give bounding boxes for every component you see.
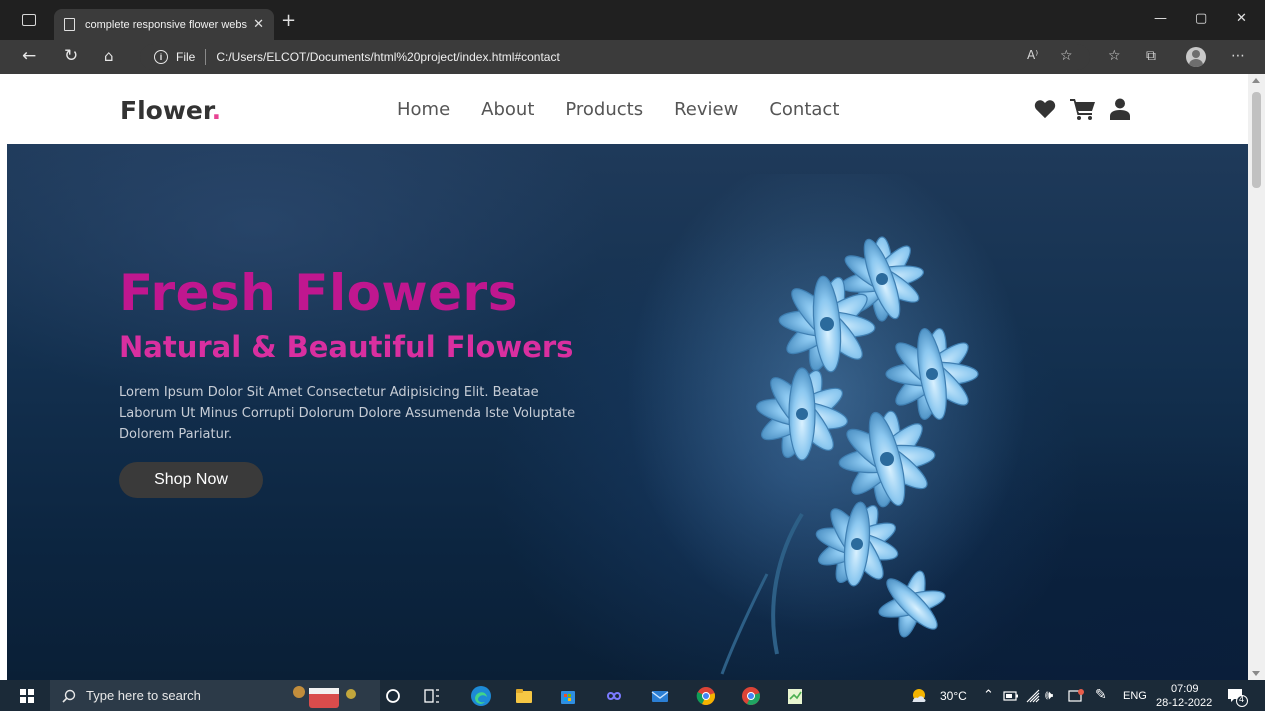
address-divider [205, 49, 207, 65]
collections-icon[interactable]: ⧉ [1146, 48, 1156, 64]
weather-temperature[interactable]: 30°C [940, 689, 967, 703]
address-bar[interactable]: i File C:/Users/ELCOT/Documents/html%20p… [140, 44, 1090, 70]
close-window-icon[interactable]: ✕ [1236, 11, 1247, 26]
taskbar-search-box[interactable]: Type here to search [50, 680, 380, 711]
user-icon[interactable] [1110, 98, 1130, 120]
battery-icon[interactable] [1003, 689, 1019, 703]
browser-toolbar: ← ↻ ⌂ i File C:/Users/ELCOT/Documents/ht… [0, 40, 1265, 74]
profile-avatar[interactable] [1186, 47, 1206, 67]
tab-title: complete responsive flower webs [85, 18, 248, 31]
page-viewport: Flower. Home About Products Review Conta… [0, 74, 1265, 680]
edge-icon[interactable] [470, 685, 492, 707]
wifi-icon[interactable] [1025, 688, 1041, 704]
nav-contact[interactable]: Contact [769, 99, 839, 120]
refresh-icon[interactable]: ↻ [64, 46, 78, 66]
page-scrollbar[interactable] [1248, 74, 1265, 680]
clock-time[interactable]: 07:09 [1171, 683, 1199, 695]
main-nav: Home About Products Review Contact [397, 99, 870, 120]
favorites-icon[interactable]: ☆ [1108, 48, 1121, 64]
read-aloud-icon[interactable]: A⁾ [1027, 48, 1038, 62]
header-icons [1034, 98, 1130, 120]
home-icon[interactable]: ⌂ [104, 46, 114, 66]
more-icon[interactable]: ⋯ [1231, 48, 1245, 64]
search-placeholder: Type here to search [86, 688, 201, 703]
cart-icon[interactable] [1070, 98, 1096, 120]
site-logo[interactable]: Flower. [120, 96, 221, 125]
logo-dot: . [211, 96, 222, 125]
infinity-app-icon[interactable] [605, 687, 623, 705]
nav-home[interactable]: Home [397, 99, 450, 120]
minimize-icon[interactable]: — [1154, 11, 1167, 26]
address-url[interactable]: C:/Users/ELCOT/Documents/html%20project/… [216, 50, 559, 64]
pen-icon[interactable]: ✎ [1095, 686, 1107, 703]
scrollbar-thumb[interactable] [1252, 92, 1261, 188]
back-icon[interactable]: ← [22, 46, 36, 66]
address-file-label: File [176, 50, 196, 64]
nav-about[interactable]: About [481, 99, 534, 120]
show-hidden-icons[interactable]: ⌃ [983, 687, 994, 703]
notification-center-icon[interactable] [1226, 686, 1248, 708]
file-explorer-icon[interactable] [515, 687, 533, 705]
add-favorite-icon[interactable]: ☆ [1060, 48, 1073, 64]
weather-icon[interactable] [910, 687, 928, 705]
logo-text: Flower [120, 96, 212, 125]
hero-description: Lorem Ipsum Dolor Sit Amet Consectetur A… [119, 385, 576, 442]
info-icon[interactable]: i [154, 50, 168, 64]
chrome-profile-icon[interactable] [741, 686, 761, 706]
nav-products[interactable]: Products [565, 99, 643, 120]
action-badge-icon[interactable] [1068, 688, 1084, 704]
task-view-icon[interactable] [423, 687, 441, 705]
clock-date[interactable]: 28-12-2022 [1156, 697, 1212, 709]
cortana-icon[interactable] [384, 687, 402, 705]
site-header: Flower. Home About Products Review Conta… [0, 74, 1248, 144]
store-icon[interactable] [559, 687, 577, 705]
mail-icon[interactable] [651, 687, 669, 705]
browser-tab[interactable]: complete responsive flower webs ✕ [54, 9, 274, 40]
scroll-down-icon[interactable] [1252, 671, 1260, 676]
nav-review[interactable]: Review [674, 99, 738, 120]
search-icon [62, 689, 76, 703]
language-indicator[interactable]: ENG [1123, 690, 1147, 702]
new-year-calendar-icon[interactable] [291, 684, 361, 708]
heart-icon[interactable] [1034, 99, 1056, 119]
windows-taskbar: Type here to search 30°C ⌃ 🕪 ✎ ENG 07:09… [0, 680, 1265, 711]
notepad-icon[interactable] [786, 687, 804, 705]
hero-subtitle: Natural & Beautiful Flowers [119, 330, 574, 364]
chrome-icon[interactable] [696, 686, 716, 706]
tab-actions-icon[interactable] [22, 14, 36, 26]
notification-count: 4 [1239, 694, 1245, 704]
new-tab-button[interactable]: + [281, 10, 296, 31]
hero-section: Fresh Flowers Natural & Beautiful Flower… [7, 144, 1248, 680]
restore-icon[interactable]: ▢ [1195, 11, 1207, 26]
browser-title-bar: complete responsive flower webs ✕ + — ▢ … [0, 0, 1265, 40]
windows-start-icon[interactable] [20, 689, 34, 703]
shop-now-button[interactable]: Shop Now [119, 462, 263, 498]
volume-icon[interactable]: 🕪 [1045, 687, 1053, 703]
page-icon [64, 18, 75, 31]
hero-flower-image [627, 174, 1027, 675]
scroll-up-icon[interactable] [1252, 78, 1260, 83]
hero-title: Fresh Flowers [119, 264, 518, 322]
tab-close-icon[interactable]: ✕ [253, 17, 264, 32]
